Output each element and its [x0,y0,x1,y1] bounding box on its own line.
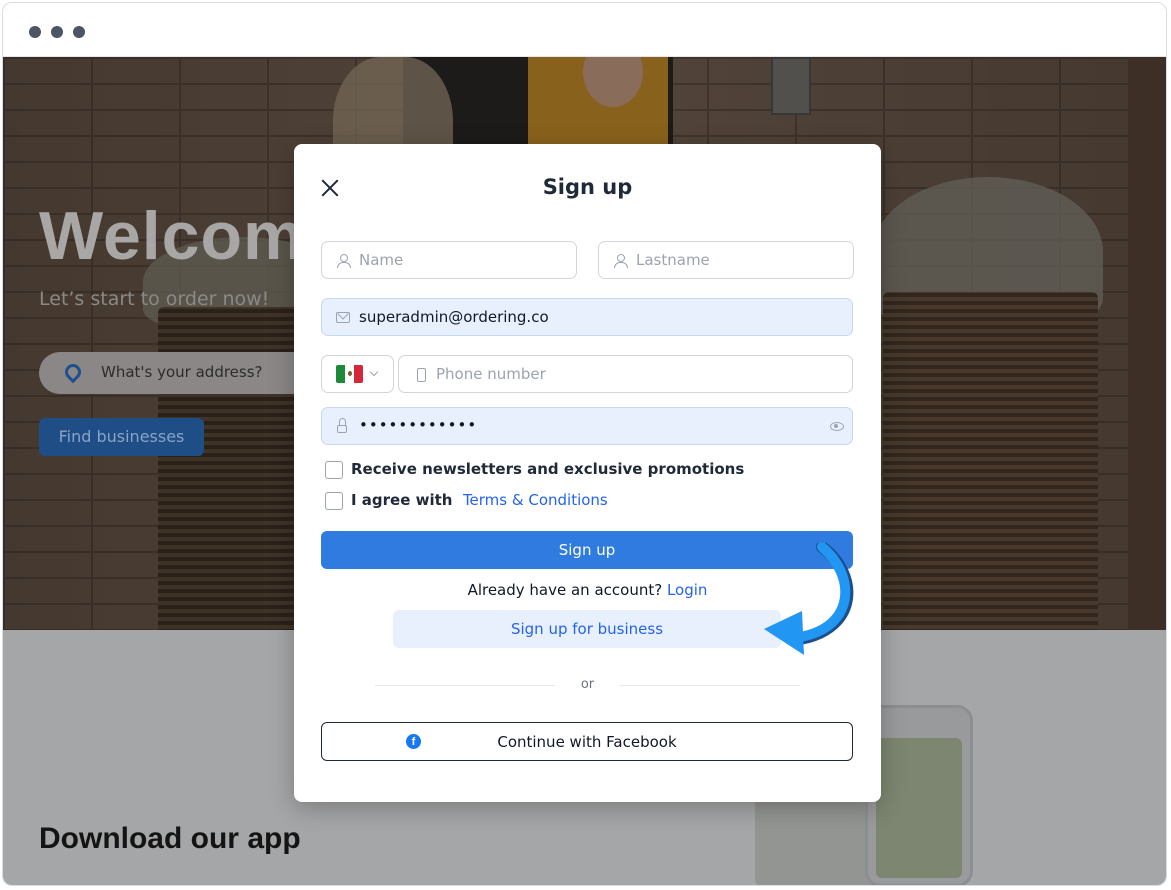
find-businesses-button[interactable]: Find businesses [39,418,204,456]
terms-label: I agree with Terms & Conditions [351,491,608,509]
curved-arrow-icon [764,543,854,655]
hero-subtitle: Let’s start to order now! [39,288,270,310]
terms-row: I agree with Terms & Conditions [325,491,825,511]
facebook-button-label: Continue with Facebook [497,733,677,751]
facebook-button[interactable]: f Continue with Facebook [321,722,853,761]
email-value: superadmin@ordering.co [359,308,549,326]
terms-checkbox[interactable] [325,492,343,510]
phone-field[interactable]: Phone number [398,355,853,393]
mexico-flag-icon [336,365,363,383]
user-icon [614,254,628,268]
window-titlebar [3,3,1166,57]
newsletter-row: Receive newsletters and exclusive promot… [325,460,825,480]
password-value: •••••••••••• [359,416,478,434]
email-field[interactable]: superadmin@ordering.co [321,298,853,336]
name-field[interactable]: Name [321,241,577,279]
signup-business-button[interactable]: Sign up for business [393,610,781,648]
signup-modal: Sign up Name Lastname superadmin@orderin… [294,144,881,802]
eye-icon[interactable] [830,422,844,431]
window-control-dot[interactable] [51,26,63,38]
hero-title: Welcom [39,198,305,274]
password-field[interactable]: •••••••••••• [321,407,853,445]
login-link[interactable]: Login [667,581,707,599]
name-placeholder: Name [359,251,404,269]
country-code-select[interactable] [321,355,394,393]
download-title: Download our app [39,822,301,855]
divider-right [620,685,800,686]
window-control-dot[interactable] [29,26,41,38]
modal-title: Sign up [542,175,633,199]
lastname-placeholder: Lastname [636,251,710,269]
window-control-dot[interactable] [73,26,85,38]
phone-placeholder: Phone number [436,365,546,383]
phone-icon [417,368,426,382]
terms-link[interactable]: Terms & Conditions [463,491,608,509]
location-pin-icon [61,360,85,384]
newsletter-checkbox[interactable] [325,461,343,479]
address-placeholder: What's your address? [101,363,263,381]
user-icon [337,254,351,268]
already-text: Already have an account? [467,581,663,599]
agree-text: I agree with [351,491,453,509]
chevron-down-icon [369,367,379,377]
newsletter-label: Receive newsletters and exclusive promot… [351,460,745,478]
mail-icon [336,312,350,323]
lastname-field[interactable]: Lastname [598,241,854,279]
lock-icon [337,418,347,433]
address-input[interactable]: What's your address? [39,352,319,394]
